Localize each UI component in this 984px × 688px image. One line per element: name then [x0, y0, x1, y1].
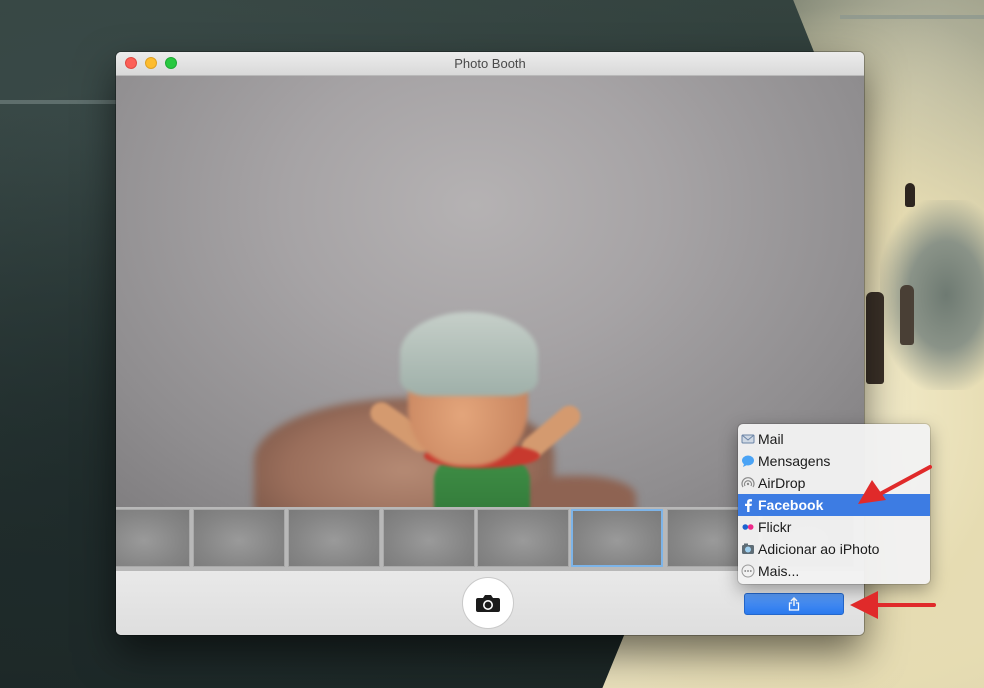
desktop-water: [880, 200, 984, 390]
preview-figure-helmet: [400, 312, 538, 396]
photo-thumbnail[interactable]: [193, 509, 285, 567]
photo-thumbnail[interactable]: [477, 509, 569, 567]
window-title: Photo Booth: [454, 56, 526, 71]
share-menu-item-label: AirDrop: [758, 475, 806, 491]
beach-person: [866, 292, 884, 384]
share-menu-item-label: Mais...: [758, 563, 800, 579]
photo-thumbnail[interactable]: [116, 509, 190, 567]
title-bar[interactable]: Photo Booth: [116, 52, 864, 76]
mail-icon: [741, 432, 755, 446]
share-menu-item-label: Adicionar ao iPhoto: [758, 541, 880, 557]
messages-icon: [741, 454, 755, 468]
share-menu-item-label: Facebook: [758, 497, 824, 513]
flickr-icon: [741, 520, 755, 534]
share-menu-item-label: Flickr: [758, 519, 792, 535]
photo-thumbnail[interactable]: [383, 509, 475, 567]
annotation-arrow-facebook: [858, 465, 932, 504]
photo-thumbnail-selected[interactable]: [571, 509, 663, 567]
annotation-arrow-share: [850, 591, 936, 619]
iphoto-icon: [741, 542, 755, 556]
facebook-icon: [741, 498, 755, 512]
beach-person: [905, 183, 915, 207]
camera-icon: [476, 595, 500, 612]
photo-thumbnail[interactable]: [288, 509, 380, 567]
share-menu-item-label: Mensagens: [758, 453, 831, 469]
desktop-bridge: [840, 15, 984, 19]
desktop-fence: [0, 100, 118, 104]
airdrop-icon: [741, 476, 755, 490]
share-menu-item-mail[interactable]: Mail: [738, 428, 930, 450]
share-icon: [788, 597, 800, 611]
share-menu-item-label: Mail: [758, 431, 784, 447]
take-photo-button[interactable]: [462, 577, 514, 629]
share-button[interactable]: [744, 593, 844, 615]
beach-person: [900, 285, 914, 345]
share-menu-item-flickr[interactable]: Flickr: [738, 516, 930, 538]
share-menu-item-iphoto[interactable]: Adicionar ao iPhoto: [738, 538, 930, 560]
share-menu-item-more[interactable]: Mais...: [738, 560, 930, 582]
more-icon: [741, 564, 755, 578]
